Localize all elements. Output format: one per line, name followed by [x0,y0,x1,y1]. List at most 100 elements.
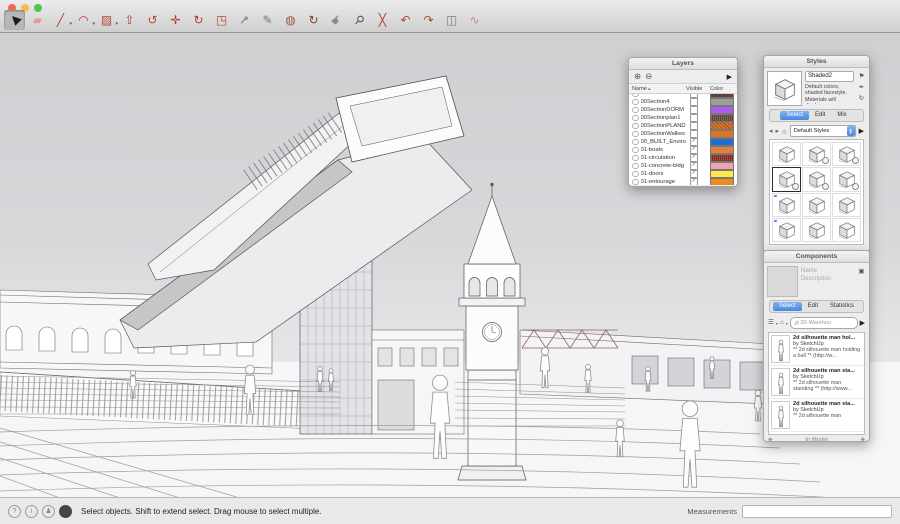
style-thumbnail[interactable] [772,192,801,217]
zoom-tool[interactable]: ⚲ [349,10,370,30]
style-thumbnail[interactable] [772,142,801,167]
push-pull-tool[interactable]: ⇧ [119,10,140,30]
styles-tab-select[interactable]: Select [780,111,809,120]
components-details-button[interactable]: ▶ [860,319,865,327]
layer-visible-checkbox[interactable] [690,114,698,122]
layer-row[interactable]: 00Sectionplan1 [629,114,737,122]
rotate-tool[interactable]: ↻ [188,10,209,30]
layer-color-swatch[interactable] [710,122,734,130]
layer-active-radio[interactable] [632,98,639,106]
layers-details-button[interactable]: ▶ [727,73,732,81]
style-refresh-icon[interactable]: ↻ [859,94,864,102]
layer-color-swatch[interactable] [710,98,734,106]
layers-panel-title[interactable]: Layers [629,58,737,70]
remove-layer-button[interactable]: ⊖ [645,72,652,81]
components-tab-edit[interactable]: Edit [802,302,824,311]
styles-details-button[interactable]: ▶ [859,127,864,135]
layer-active-radio[interactable] [632,162,639,170]
layer-visible-checkbox[interactable]: ✓ [690,154,698,162]
styles-home-icon[interactable]: ⌂ [782,127,787,136]
layer-visible-checkbox[interactable] [690,94,698,98]
style-thumbnail[interactable] [802,217,831,242]
layer-visible-checkbox[interactable]: ✓ [690,146,698,154]
layer-color-swatch[interactable] [710,106,734,114]
style-thumbnail[interactable] [802,192,831,217]
layer-visible-checkbox[interactable]: ✓ [690,138,698,146]
help-icon[interactable]: ? [8,504,21,518]
style-thumbnail[interactable] [772,217,801,242]
eraser-tool[interactable]: ▰ [27,10,48,30]
layer-row[interactable]: 00_BUILT_Enviro ✓ [629,138,737,146]
component-item[interactable]: 2d silhouette man sta... by SketchUp ** … [769,399,864,432]
style-name-field[interactable]: Shaded2 [805,71,854,82]
layer-row[interactable]: 00SectionPLAND [629,122,737,130]
layer-visible-checkbox[interactable] [690,98,698,106]
person-icon[interactable]: ♟ [42,504,55,518]
components-panel-title[interactable]: Components [764,251,869,263]
layer-row[interactable]: 01-doors ✓ [629,170,737,178]
layer-row[interactable]: 00SectionWalkes [629,130,737,138]
layer-row[interactable]: 00SectionDORM [629,106,737,114]
select-tool[interactable]: ▶ [4,10,25,30]
styles-panel-title[interactable]: Styles [764,56,869,68]
layer-color-swatch[interactable] [710,94,734,98]
view-options-icon[interactable]: ☰ [768,319,774,327]
layer-color-swatch[interactable] [710,178,734,185]
style-brush-icon[interactable]: ✒ [859,83,864,91]
layer-color-swatch[interactable] [710,154,734,162]
style-thumbnail[interactable] [832,192,861,217]
styles-forward-button[interactable]: ▸ [776,128,780,135]
layer-color-swatch[interactable] [710,130,734,138]
walk-tool[interactable]: ∿ [464,10,485,30]
layer-color-swatch[interactable] [710,170,734,178]
style-thumbnail[interactable] [772,167,801,192]
style-thumbnail[interactable] [802,167,831,192]
scale-tool[interactable]: ◳ [211,10,232,30]
move-tool[interactable]: ✛ [165,10,186,30]
section-plane-tool[interactable]: ◫ [441,10,462,30]
style-thumbnail[interactable] [832,142,861,167]
style-thumbnail[interactable] [802,142,831,167]
layer-color-swatch[interactable] [710,162,734,170]
sort-by-name-header[interactable]: Name▴ [632,86,686,92]
layer-active-radio[interactable] [632,170,639,178]
style-thumbnail[interactable] [832,217,861,242]
context-icon[interactable] [59,504,72,518]
layer-row[interactable]: 01-concrete-bldg ✓ [629,162,737,170]
layer-visible-checkbox[interactable]: ✓ [690,170,698,178]
style-thumbnail[interactable] [832,167,861,192]
text-tool[interactable]: ✎ [257,10,278,30]
style-tag-icon[interactable]: ⚑ [859,72,865,80]
layer-color-swatch[interactable] [710,146,734,154]
styles-tab-mix[interactable]: Mix [831,111,852,120]
visible-column-header[interactable]: Visible [686,86,710,92]
styles-tab-edit[interactable]: Edit [809,111,831,120]
arc-tool[interactable]: ◠ ▾ [73,10,95,30]
layer-row[interactable]: 01-boats ✓ [629,146,737,154]
components-search-input[interactable]: ⚲ 3D Warehou [789,317,858,329]
components-tab-statistics[interactable]: Statistics [824,302,860,311]
layer-row[interactable]: 00Section4 [629,98,737,106]
styles-collection-dropdown[interactable]: Default Styles ▲ ▼ [789,125,856,137]
add-layer-button[interactable]: ⊕ [634,72,641,81]
measurements-input[interactable] [742,504,892,518]
layer-active-radio[interactable] [632,122,639,130]
rectangle-tool[interactable]: ▨ ▾ [96,10,118,30]
layer-active-radio[interactable] [632,106,639,114]
layer-active-radio[interactable] [632,146,639,154]
layer-visible-checkbox[interactable]: ✓ [690,162,698,170]
pan-tool[interactable]: ☛ [326,10,347,30]
color-column-header[interactable]: Color [710,86,734,92]
layer-active-radio[interactable] [632,154,639,162]
orbit-tool[interactable]: ↻ [303,10,324,30]
components-tab-select[interactable]: Select [772,302,802,311]
info-icon[interactable]: i [25,504,38,518]
layer-color-swatch[interactable] [710,114,734,122]
layer-visible-checkbox[interactable] [690,122,698,130]
paint-bucket-tool[interactable]: ◍ [280,10,301,30]
previous-tool[interactable]: ↶ [395,10,416,30]
style-description-field[interactable]: Default colors, shaded facestyle. Materi… [805,84,854,104]
tape-measure-tool[interactable]: ⊸ [234,10,255,30]
follow-me-tool[interactable]: ↺ [142,10,163,30]
layer-visible-checkbox[interactable] [690,106,698,114]
